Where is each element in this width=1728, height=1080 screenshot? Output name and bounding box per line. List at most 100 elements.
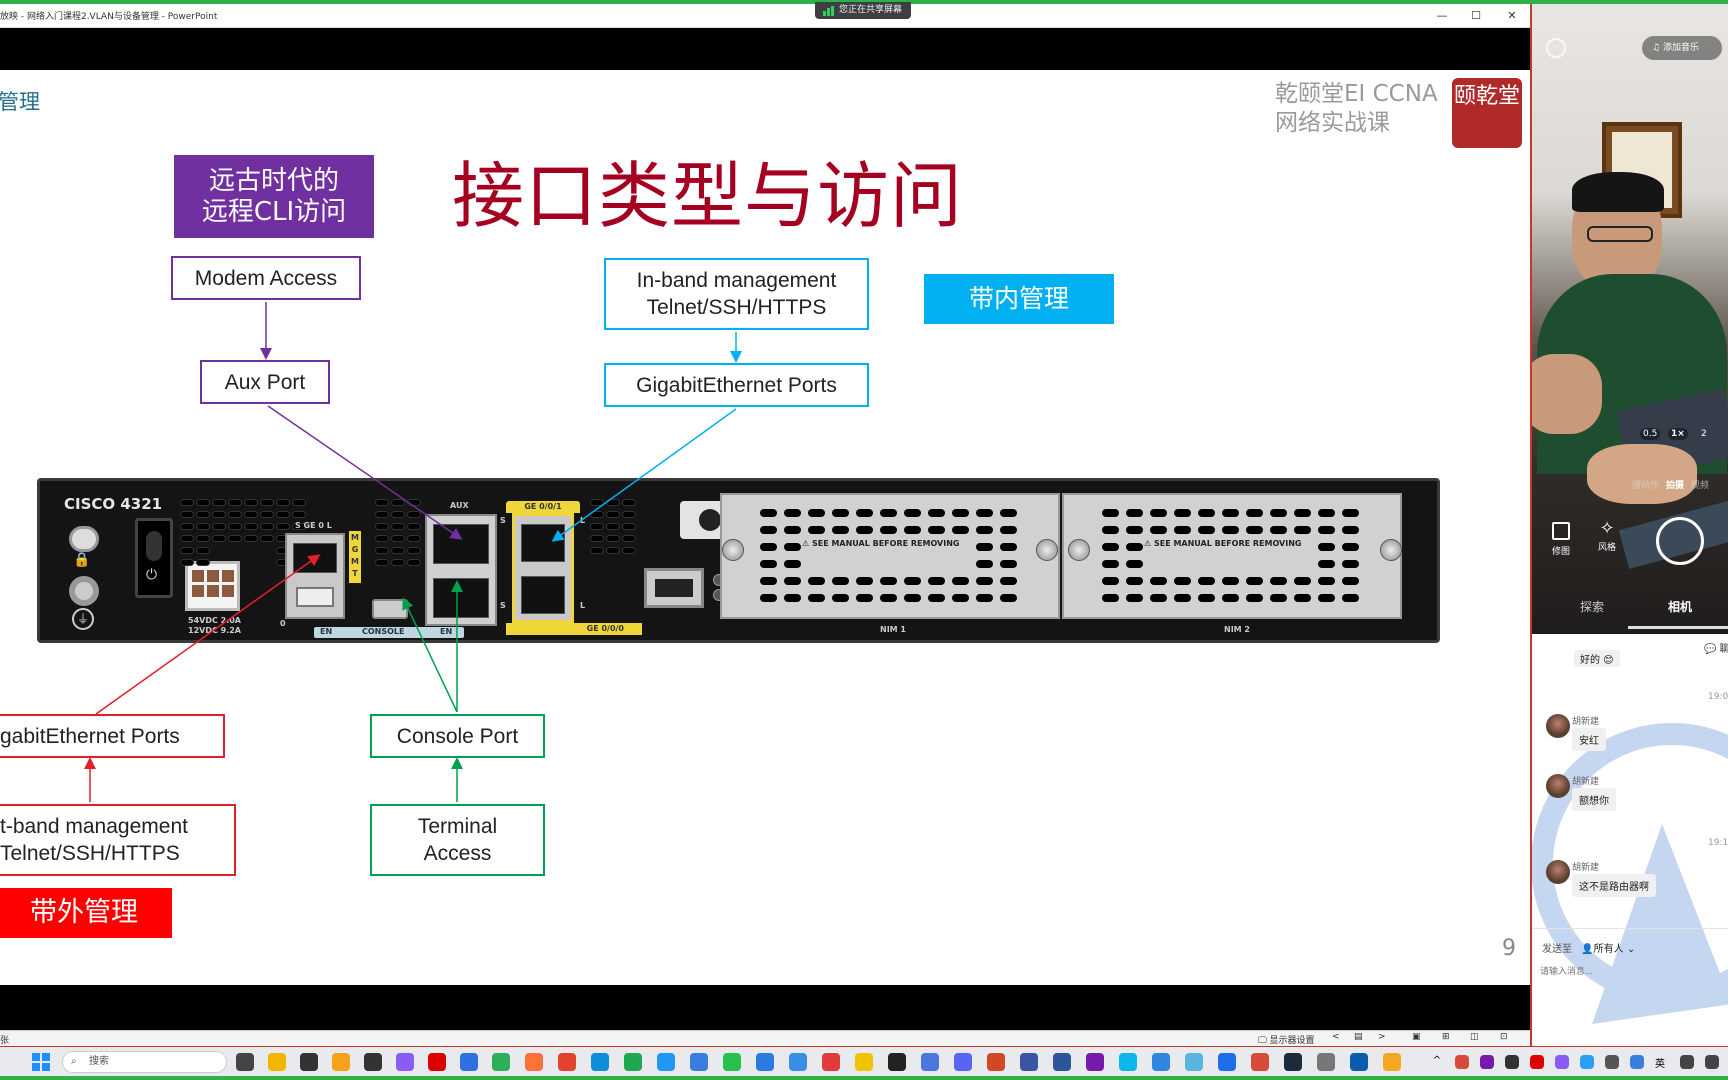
zoom-0-5[interactable]: 0.5 [1640,428,1661,440]
chat-icon: 💬 [1704,644,1720,655]
chevron-up-icon[interactable]: ^ [1430,1055,1444,1069]
fin-icon[interactable] [1218,1053,1236,1071]
zoom-selector[interactable]: 0.5 1× 2 [1640,428,1728,444]
reading-view-icon[interactable]: ◫ [1470,1032,1479,1042]
mode-photo[interactable]: 拍摄 [1666,481,1684,491]
add-music-button[interactable]: ♫ 添加音乐 [1642,36,1722,60]
slide-sorter-icon[interactable]: ⊞ [1442,1032,1450,1042]
task-view-icon[interactable] [236,1053,254,1071]
mode-video[interactable]: 视频 [1691,481,1709,491]
firefox-icon[interactable] [525,1053,543,1071]
chat-message-input[interactable] [1540,962,1724,980]
volume-icon[interactable] [1705,1055,1719,1069]
word-icon[interactable] [1053,1053,1071,1071]
presenter-glasses [1587,226,1653,242]
network-icon[interactable] [1680,1055,1694,1069]
slideshow-view-icon[interactable]: ⊡ [1500,1032,1508,1042]
powerpoint-icon[interactable] [987,1053,1005,1071]
prev-slide-button[interactable]: < [1332,1032,1340,1042]
1password-icon[interactable] [1350,1053,1368,1071]
app-icon[interactable] [396,1053,414,1071]
notion-icon[interactable] [888,1053,906,1071]
minimize-button[interactable]: — [1428,7,1456,25]
record-icon[interactable] [428,1053,446,1071]
presenter-hair [1572,172,1664,212]
visio-icon[interactable] [1020,1053,1038,1071]
onenote-tray-icon[interactable] [1480,1055,1494,1069]
slideshow-letterbox-top [0,28,1530,70]
baidu-netdisk-icon[interactable] [789,1053,807,1071]
qq-music-icon[interactable] [855,1053,873,1071]
arrow-aux-to-port [267,405,463,540]
screen-share-banner[interactable]: 您正在共享屏幕 [815,2,911,19]
mic-icon[interactable] [1630,1055,1644,1069]
wps-mark-icon[interactable] [1251,1053,1269,1071]
discord-icon[interactable] [954,1053,972,1071]
more-dots-icon[interactable]: ··· [1546,38,1566,58]
taskbar-search[interactable]: ⌕ 搜索 [62,1051,227,1073]
pycharm-icon[interactable] [624,1053,642,1071]
chrome-icon[interactable] [558,1053,576,1071]
tab-camera[interactable]: 相机 [1668,598,1692,615]
sublime-icon[interactable] [332,1053,350,1071]
avatar [1546,714,1570,738]
zoom-2[interactable]: 2 [1698,428,1710,440]
wps-tray-icon[interactable] [1455,1055,1469,1069]
chat-header: 💬 聊天 [1704,640,1728,655]
close-button[interactable]: ✕ [1498,7,1526,25]
notepad-icon[interactable] [1152,1053,1170,1071]
pen-icon[interactable] [921,1053,939,1071]
globe-tray-icon[interactable] [1580,1055,1594,1069]
windows-taskbar: ⌕ 搜索 ^ 英 [0,1046,1728,1076]
send-to-selector[interactable]: 👤所有人 ⌄ [1581,944,1635,955]
share-banner-text: 您正在共享屏幕 [839,5,903,15]
mastergo-icon[interactable] [690,1053,708,1071]
maximize-button[interactable]: ☐ [1462,7,1490,25]
avatar [1546,860,1570,884]
arrow-oob-gig-to-mgmt [95,554,321,715]
lanhu-icon[interactable] [657,1053,675,1071]
ime-icon[interactable]: 英 [1655,1055,1669,1070]
zoom-1x[interactable]: 1× [1668,428,1688,440]
wechat-icon[interactable] [723,1053,741,1071]
docker-icon[interactable] [1119,1053,1137,1071]
tab-explore[interactable]: 探索 [1580,598,1604,615]
chat-username: 胡新建 [1572,777,1600,787]
slide: 管理 接口类型与访问 乾颐堂EI CCNA 网络实战课 颐乾堂 远古时代的 远程… [0,70,1530,985]
foxit-icon[interactable] [822,1053,840,1071]
next-slide-button[interactable]: > [1378,1032,1386,1042]
chat-username: 胡新建 [1572,863,1600,873]
style-button[interactable]: ✧ 风格 [1598,518,1616,553]
display-settings-button[interactable]: 🖵 显示器设置 [1258,1033,1315,1046]
app-tray-icon[interactable] [1505,1055,1519,1069]
app-tray-icon-2[interactable] [1555,1055,1569,1069]
screen-share-border-bottom [0,1076,1728,1080]
tab-indicator [1628,626,1728,629]
mode-slowmo[interactable]: 慢动作 [1632,481,1659,491]
git-icon[interactable] [364,1053,382,1071]
cursor-icon[interactable] [1284,1053,1302,1071]
terminal-icon[interactable] [300,1053,318,1071]
normal-view-icon[interactable]: ▣ [1412,1032,1421,1042]
slideshow-letterbox-bottom [0,985,1530,1030]
record-tray-icon[interactable] [1530,1055,1544,1069]
search-icon: ⌕ [71,1056,77,1067]
file-explorer-icon[interactable] [268,1053,286,1071]
shutter-button[interactable] [1656,517,1704,565]
windows-start-icon[interactable] [32,1053,50,1071]
signal-bars-icon [823,6,835,16]
feishu-icon[interactable] [756,1053,774,1071]
edge-icon[interactable] [591,1053,609,1071]
usb-icon[interactable] [1317,1053,1335,1071]
onenote-icon[interactable] [1086,1053,1104,1071]
powerpoint-statusbar: 张 🖵 显示器设置 < ▤ > ▣ ⊞ ◫ ⊡ [0,1030,1530,1046]
sunlogin-icon[interactable] [1383,1053,1401,1071]
network-camera-icon[interactable] [1605,1055,1619,1069]
baidu-icon[interactable] [460,1053,478,1071]
edit-image-button[interactable]: 修图 [1552,522,1570,557]
wps-icon[interactable] [492,1053,510,1071]
anime-icon[interactable] [1185,1053,1203,1071]
slide-menu-icon[interactable]: ▤ [1354,1032,1363,1042]
monitor-icon: 🖵 [1258,1036,1270,1046]
chat-username: 胡新建 [1572,717,1600,727]
